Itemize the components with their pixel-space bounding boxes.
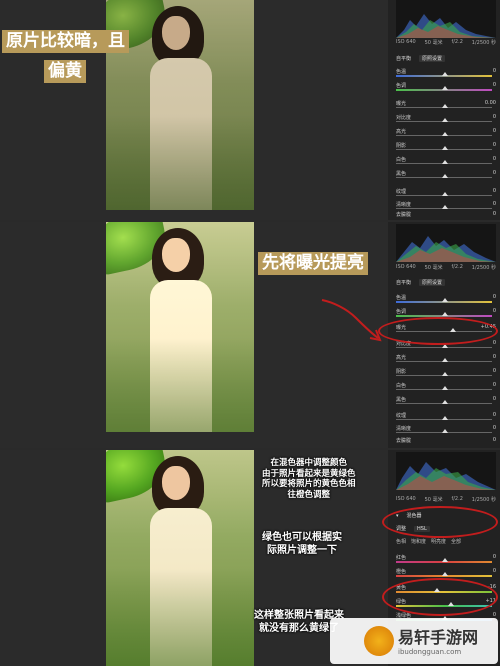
photo-exposure xyxy=(106,222,254,432)
annotation-circle-yellow-green xyxy=(382,578,498,616)
watermark: 易轩手游网 ibudongguan.com xyxy=(330,618,498,664)
camera-info: ISO 640 50 毫米 f/2.2 1/2500 秒 xyxy=(396,264,496,271)
panel-original: 原片比较暗，且 偏黄 ISO 640 50 毫米 f/2.2 1/2500 秒 … xyxy=(0,0,500,220)
note-green: 绿色也可以根据实 际照片调整一下 xyxy=(262,532,342,556)
camera-info: ISO 640 50 毫米 f/2.2 1/2500 秒 xyxy=(396,496,496,503)
panel-exposure: 先将曝光提亮 ISO 640 50 毫米 f/2.2 1/2500 秒 自平衡 … xyxy=(0,222,500,448)
slider-texture[interactable]: 纹理 0 xyxy=(394,188,498,200)
slider-dehaze[interactable]: 去朦胧 0 xyxy=(394,437,498,447)
slider-whites[interactable]: 白色 0 xyxy=(394,156,498,168)
photo-final xyxy=(106,450,254,666)
slider-clarity[interactable]: 清晰度 0 xyxy=(394,425,498,437)
title-original: 原片比较暗，且 xyxy=(2,30,129,53)
tab-luminance[interactable]: 明亮度 xyxy=(431,538,446,545)
slider-blacks[interactable]: 黑色 0 xyxy=(394,396,498,408)
slider-shadows[interactable]: 阴影 0 xyxy=(394,142,498,154)
slider-blacks[interactable]: 黑色 0 xyxy=(394,170,498,182)
slider-highlights[interactable]: 高光 0 xyxy=(394,354,498,366)
histogram-graph xyxy=(396,236,496,262)
brand-logo-icon xyxy=(364,626,394,656)
tab-hue[interactable]: 色相 xyxy=(396,538,406,545)
slider-highlights[interactable]: 高光 0 xyxy=(394,128,498,140)
camera-info: ISO 640 50 毫米 f/2.2 1/2500 秒 xyxy=(396,39,496,46)
note-color-mixer: 在混色器中调整颜色 由于照片看起来是黄绿色 所以要将照片的黄色色相 往橙色调整 xyxy=(262,458,356,500)
slider-exposure[interactable]: 曝光 0.00 xyxy=(394,100,498,112)
title-original-line2: 偏黄 xyxy=(44,60,86,83)
slider-contrast[interactable]: 对比度 0 xyxy=(394,114,498,126)
histogram xyxy=(396,224,496,262)
slider-dehaze[interactable]: 去朦胧 0 xyxy=(394,211,498,220)
histogram xyxy=(396,452,496,490)
title-exposure: 先将曝光提亮 xyxy=(258,252,368,275)
profile-dropdown[interactable]: 自平衡 原照设置 xyxy=(396,278,492,287)
histogram-graph xyxy=(396,14,496,38)
profile-dropdown[interactable]: 自平衡 原照设置 xyxy=(396,54,492,63)
histogram-graph xyxy=(396,462,496,490)
tab-all[interactable]: 全部 xyxy=(451,538,461,545)
annotation-circle-mixer xyxy=(382,506,498,538)
slider-temperature[interactable]: 色温 0 xyxy=(394,294,498,306)
slider-temperature[interactable]: 色温 0 xyxy=(394,68,498,80)
slider-red[interactable]: 红色 0 xyxy=(394,554,498,566)
annotation-circle-exposure xyxy=(378,317,498,345)
slider-tint[interactable]: 色调 0 xyxy=(394,82,498,94)
histogram xyxy=(396,0,496,38)
hsl-tabs: 色相 饱和度 明亮度 全部 xyxy=(396,538,461,545)
annotation-arrow xyxy=(321,299,382,342)
slider-shadows[interactable]: 阴影 0 xyxy=(394,368,498,380)
slider-texture[interactable]: 纹理 0 xyxy=(394,412,498,424)
tab-saturation[interactable]: 饱和度 xyxy=(411,538,426,545)
slider-whites[interactable]: 白色 0 xyxy=(394,382,498,394)
